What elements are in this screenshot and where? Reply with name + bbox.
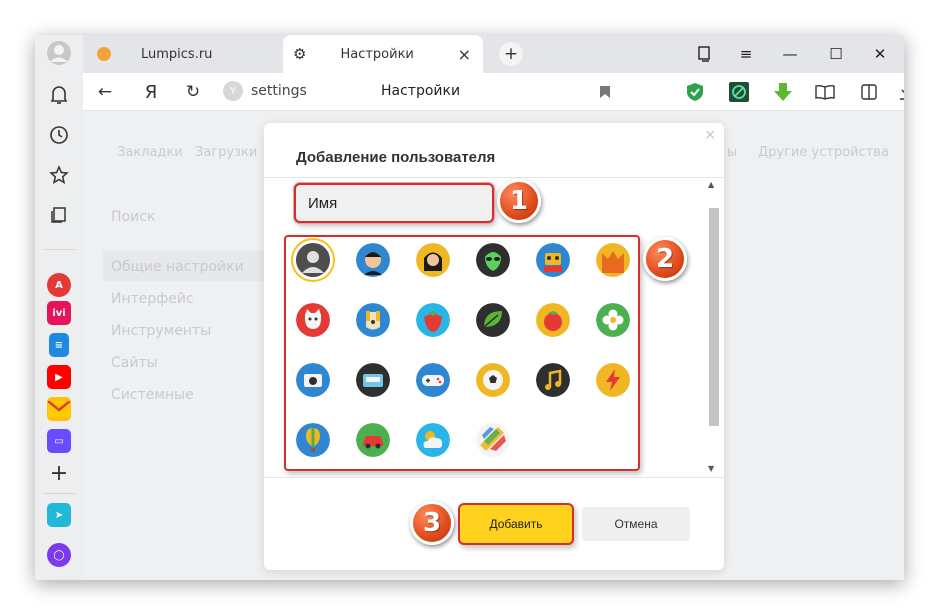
- sidebar-divider: [43, 493, 75, 494]
- history-clock-icon[interactable]: [45, 121, 73, 149]
- gear-icon: ⚙: [293, 45, 307, 63]
- fox-avatar[interactable]: [596, 243, 630, 277]
- avatar-picker: [284, 235, 640, 471]
- settings-link-downloads[interactable]: Загрузки: [195, 145, 257, 160]
- sidebar: A ivi ≡ ▶ ▭ + ➤ ◯: [35, 35, 83, 580]
- maximize-button[interactable]: ☐: [825, 43, 847, 65]
- step-badge-2: 2: [643, 237, 687, 281]
- cancel-button[interactable]: Отмена: [582, 507, 690, 541]
- close-window-button[interactable]: ✕: [869, 43, 891, 65]
- step-badge-3: 3: [410, 501, 454, 545]
- tab-lumpics[interactable]: Lumpics.ru: [93, 35, 283, 73]
- menu-sites[interactable]: Сайты: [111, 355, 158, 371]
- settings-link-bookmarks[interactable]: Закладки: [117, 145, 183, 160]
- close-tab-icon[interactable]: ×: [458, 45, 471, 64]
- car-avatar[interactable]: [356, 423, 390, 457]
- menu-interface[interactable]: Интерфейс: [111, 291, 194, 307]
- site-shield-icon[interactable]: Y: [223, 81, 243, 101]
- dialog-close-icon[interactable]: ×: [704, 127, 716, 143]
- strawberry-avatar[interactable]: [416, 303, 450, 337]
- menu-general[interactable]: Общие настройки: [111, 259, 244, 275]
- cloud-avatar[interactable]: [416, 423, 450, 457]
- download-extension-icon[interactable]: [771, 81, 795, 103]
- scroll-down-arrow[interactable]: ▼: [708, 464, 714, 473]
- yandex-logo[interactable]: Я: [139, 81, 163, 103]
- dialog-title: Добавление пользователя: [296, 149, 496, 166]
- messenger-app-icon[interactable]: ➤: [47, 503, 71, 527]
- step-badge-1: 1: [497, 179, 541, 223]
- menu-system[interactable]: Системные: [111, 387, 194, 403]
- sidebar-divider: [43, 249, 75, 250]
- alien-avatar[interactable]: [476, 243, 510, 277]
- scroll-up-arrow[interactable]: ▲: [708, 180, 714, 189]
- collections-icon[interactable]: [45, 201, 73, 229]
- bell-icon[interactable]: [45, 81, 73, 109]
- orange-circle-icon: [97, 47, 111, 61]
- translate-app-icon[interactable]: A: [47, 273, 71, 297]
- mail-app-icon[interactable]: [47, 397, 71, 421]
- flower-avatar[interactable]: [596, 303, 630, 337]
- settings-search[interactable]: Поиск: [111, 209, 155, 225]
- tab-strip: Lumpics.ru ⚙ Настройки × + ≡ — ☐ ✕: [83, 35, 904, 73]
- dog-avatar[interactable]: [356, 303, 390, 337]
- hot-air-balloon-avatar[interactable]: [296, 423, 330, 457]
- add-user-button[interactable]: Добавить: [458, 503, 574, 545]
- settings-link-other-devices[interactable]: Другие устройства: [758, 145, 889, 160]
- downloads-icon[interactable]: [895, 81, 904, 103]
- man-avatar[interactable]: [356, 243, 390, 277]
- reader-mode-icon[interactable]: [813, 81, 837, 103]
- settings-link-partial[interactable]: ы: [727, 145, 737, 160]
- profile-avatar[interactable]: [45, 39, 73, 67]
- menu-icon[interactable]: ≡: [735, 43, 757, 65]
- tab-settings[interactable]: ⚙ Настройки ×: [283, 35, 483, 73]
- new-tab-button[interactable]: +: [499, 42, 523, 66]
- music-note-avatar[interactable]: [536, 363, 570, 397]
- tab-label: Настройки: [340, 46, 414, 62]
- woman-avatar[interactable]: [416, 243, 450, 277]
- protect-shield-icon[interactable]: [683, 81, 707, 103]
- cassette-avatar[interactable]: [356, 363, 390, 397]
- star-icon[interactable]: [45, 161, 73, 189]
- tomato-avatar[interactable]: [536, 303, 570, 337]
- navigation-bar: ← Я ↻ Y settings Настройки: [83, 73, 904, 111]
- alice-assistant-icon[interactable]: ◯: [47, 543, 71, 567]
- ivi-app-icon[interactable]: ivi: [47, 301, 71, 325]
- dialog-divider: [264, 477, 724, 478]
- camera-avatar[interactable]: [296, 363, 330, 397]
- add-app-icon[interactable]: +: [45, 459, 73, 487]
- dialog-divider: [264, 177, 724, 178]
- user-name-input[interactable]: [294, 183, 494, 223]
- youtube-app-icon[interactable]: ▶: [47, 365, 71, 389]
- notes-icon[interactable]: [857, 81, 881, 103]
- soccer-ball-avatar[interactable]: [476, 363, 510, 397]
- bookmark-icon[interactable]: [593, 81, 617, 103]
- dialog-scrollbar[interactable]: ▲ ▼: [707, 178, 719, 476]
- docs-app-icon[interactable]: ≡: [49, 333, 69, 357]
- default-person-avatar[interactable]: [296, 243, 330, 277]
- reload-button[interactable]: ↻: [181, 81, 205, 103]
- add-user-dialog: × Добавление пользователя Имя ▲ ▼ Добави…: [264, 123, 724, 570]
- page-title: Настройки: [381, 83, 461, 99]
- tab-manager-icon[interactable]: [693, 43, 715, 65]
- disk-app-icon[interactable]: ▭: [47, 429, 71, 453]
- abstract-avatar[interactable]: [476, 423, 510, 457]
- gamepad-avatar[interactable]: [416, 363, 450, 397]
- cat-avatar[interactable]: [296, 303, 330, 337]
- back-button[interactable]: ←: [93, 81, 117, 103]
- scroll-thumb[interactable]: [709, 208, 719, 426]
- adblock-extension-icon[interactable]: [727, 81, 751, 103]
- lightning-avatar[interactable]: [596, 363, 630, 397]
- leaf-avatar[interactable]: [476, 303, 510, 337]
- robot-avatar[interactable]: [536, 243, 570, 277]
- menu-tools[interactable]: Инструменты: [111, 323, 211, 339]
- minimize-button[interactable]: —: [779, 43, 801, 65]
- address-bar[interactable]: settings: [251, 83, 307, 99]
- tab-label: Lumpics.ru: [141, 46, 213, 62]
